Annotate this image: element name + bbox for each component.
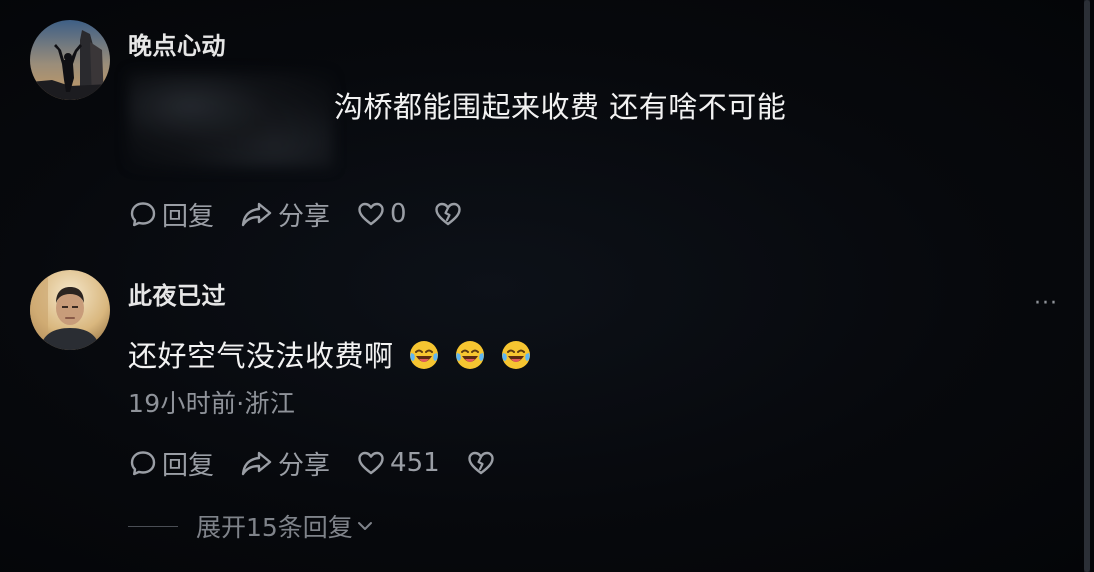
comment-bubble-icon <box>130 202 156 227</box>
divider-line <box>128 525 178 527</box>
share-button[interactable]: 分享 <box>240 445 330 482</box>
scrollbar-thumb[interactable] <box>1084 0 1090 572</box>
reply-button[interactable]: 回复 <box>128 445 214 482</box>
laugh-cry-emoji-icon <box>409 341 438 369</box>
expand-replies-label: 展开15条回复 <box>196 513 353 542</box>
comment-text: 还好空气没法收费啊 <box>128 339 394 373</box>
comment-actions: 回复 分享 0 <box>128 196 463 233</box>
reply-button[interactable]: 回复 <box>128 196 214 233</box>
dislike-button[interactable] <box>433 199 463 229</box>
reply-label: 回复 <box>162 201 215 232</box>
avatar[interactable] <box>30 20 110 100</box>
comment-actions: 回复 分享 451 <box>128 445 496 482</box>
scrollbar[interactable] <box>1084 0 1090 572</box>
blurred-content <box>128 72 333 168</box>
comment-text: 沟桥都能围起来收费 还有啥不可能 <box>334 90 787 124</box>
comment-meta: 19小时前·浙江 <box>128 389 296 418</box>
laugh-cry-emoji-icon <box>501 341 530 369</box>
expand-replies-button[interactable]: 展开15条回复 <box>128 508 375 544</box>
more-options-button[interactable]: ··· <box>1034 291 1058 316</box>
broken-heart-icon <box>467 451 494 475</box>
username[interactable]: 此夜已过 <box>128 276 226 311</box>
username[interactable]: 晚点心动 <box>128 26 226 61</box>
avatar[interactable] <box>30 270 110 350</box>
share-arrow-icon <box>241 451 272 476</box>
share-button[interactable]: 分享 <box>240 196 330 233</box>
laugh-cry-emoji-icon <box>455 341 484 369</box>
like-count: 0 <box>390 199 407 229</box>
like-button[interactable]: 451 <box>356 448 440 478</box>
heart-icon <box>358 202 384 226</box>
comment-feed: 晚点心动 沟桥都能围起来收费 还有啥不可能 回复 分享 0 此夜已过 还好空气没… <box>0 0 1094 572</box>
share-label: 分享 <box>278 201 331 232</box>
comment-bubble-icon <box>130 451 156 476</box>
heart-icon <box>358 451 384 475</box>
like-count: 451 <box>390 448 440 478</box>
avatar-image <box>30 20 110 100</box>
like-button[interactable]: 0 <box>356 199 407 229</box>
broken-heart-icon <box>434 202 461 226</box>
avatar-image <box>30 270 110 350</box>
share-arrow-icon <box>241 202 272 227</box>
comment-text-line: 还好空气没法收费啊 <box>128 333 532 375</box>
share-label: 分享 <box>278 450 331 481</box>
dislike-button[interactable] <box>466 448 496 478</box>
reply-label: 回复 <box>162 450 215 481</box>
chevron-down-icon <box>357 522 372 530</box>
